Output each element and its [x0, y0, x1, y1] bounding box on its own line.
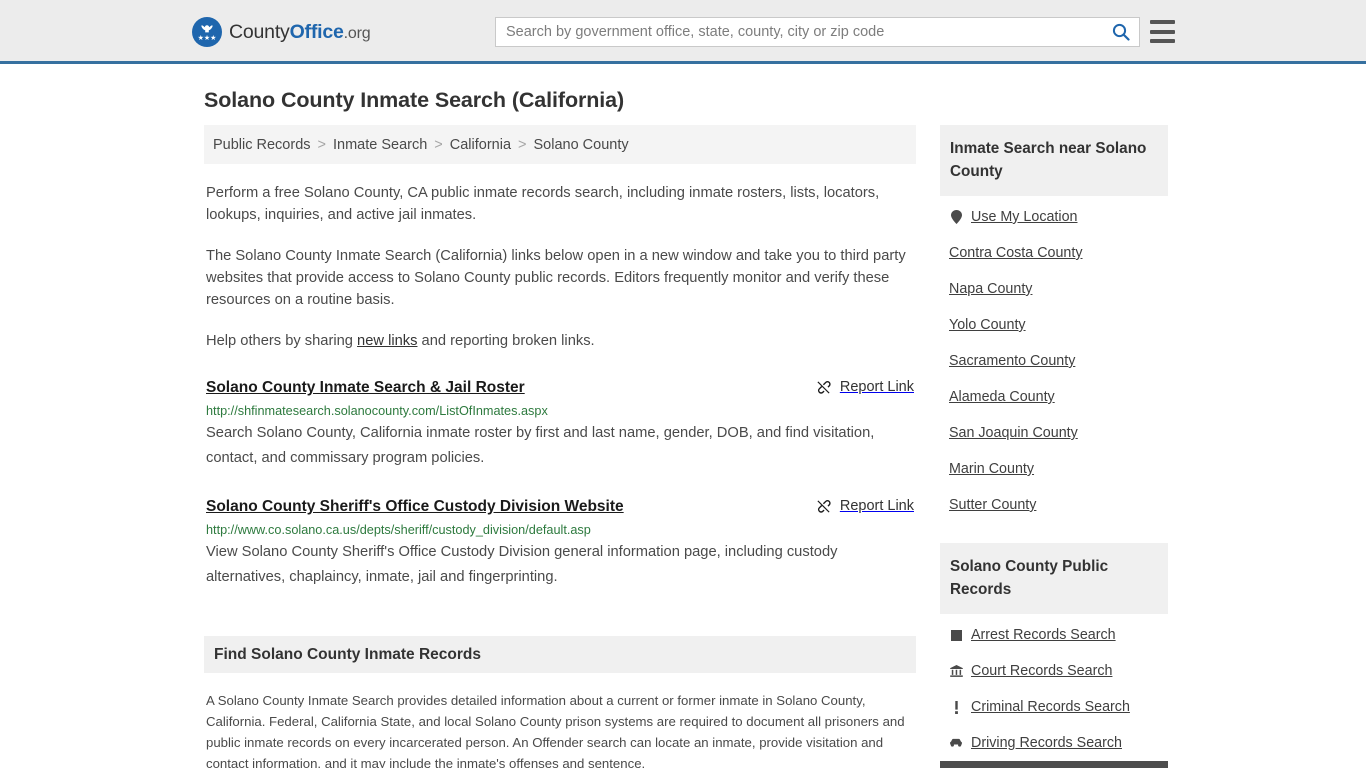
sidebar: Inmate Search near Solano County Use My … — [940, 125, 1168, 768]
report-link-button[interactable]: Report Link — [816, 378, 914, 395]
menu-bar-1 — [1150, 20, 1175, 24]
breadcrumb-item-solano-county[interactable]: Solano County — [533, 137, 628, 153]
sidebar-link[interactable]: Marin County — [949, 461, 1034, 477]
sidebar-near-list: Use My Location Contra Costa County Napa… — [940, 199, 1168, 523]
result-url: http://www.co.solano.ca.us/depts/sheriff… — [206, 523, 591, 537]
sidebar-link[interactable]: Napa County — [949, 281, 1032, 297]
result-url: http://shfinmatesearch.solanocounty.com/… — [206, 404, 548, 418]
breadcrumb-item-inmate-search[interactable]: Inmate Search — [333, 137, 427, 153]
sidebar-item-alameda-county[interactable]: Alameda County — [940, 379, 1168, 415]
eagle-icon — [201, 25, 213, 33]
county-office-logo-icon: ★★★ — [192, 17, 222, 47]
courthouse-icon — [949, 665, 963, 677]
sidebar-heading-near: Inmate Search near Solano County — [940, 125, 1168, 196]
sidebar-link[interactable]: Driving Records Search — [971, 735, 1122, 751]
menu-bar-2 — [1150, 29, 1175, 34]
sidebar-item-contra-costa-county[interactable]: Contra Costa County — [940, 235, 1168, 271]
find-records-body: A Solano County Inmate Search provides d… — [206, 693, 905, 768]
sidebar-link[interactable]: Criminal Records Search — [971, 699, 1130, 715]
sidebar-item-sacramento-county[interactable]: Sacramento County — [940, 343, 1168, 379]
sidebar-item-criminal-records-search[interactable]: Criminal Records Search — [940, 689, 1168, 725]
sidebar-item-inmate-search[interactable]: Inmate Search — [940, 761, 1168, 768]
sidebar-link[interactable]: Sutter County — [949, 497, 1036, 513]
result-header: Solano County Sheriff's Office Custody D… — [206, 497, 914, 517]
brand-part-3: .org — [343, 24, 371, 42]
search-button[interactable] — [1103, 18, 1139, 46]
brand-wordmark: CountyOffice.org — [229, 20, 371, 44]
intro-paragraph-1: Perform a free Solano County, CA public … — [206, 185, 880, 223]
sidebar-item-yolo-county[interactable]: Yolo County — [940, 307, 1168, 343]
sidebar-item-driving-records-search[interactable]: Driving Records Search — [940, 725, 1168, 761]
sidebar-link[interactable]: Sacramento County — [949, 353, 1075, 369]
result-description: View Solano County Sheriff's Office Cust… — [206, 544, 838, 585]
sidebar-link[interactable]: Court Records Search — [971, 663, 1112, 679]
broken-link-icon — [817, 380, 831, 394]
site-header: ★★★ CountyOffice.org — [0, 0, 1366, 64]
breadcrumb-separator: > — [434, 136, 443, 153]
fingerprint-icon — [949, 629, 963, 641]
result-title-link[interactable]: Solano County Sheriff's Office Custody D… — [206, 497, 624, 517]
main-column: Public Records > Inmate Search > Califor… — [204, 125, 916, 768]
breadcrumb: Public Records > Inmate Search > Califor… — [204, 125, 916, 164]
search-bar[interactable] — [495, 17, 1140, 47]
sidebar-item-arrest-records-search[interactable]: Arrest Records Search — [940, 617, 1168, 653]
intro-paragraph-3: Help others by sharing new links and rep… — [204, 330, 916, 352]
new-links-link[interactable]: new links — [357, 333, 417, 349]
exclamation-icon — [949, 700, 963, 714]
report-link-button[interactable]: Report Link — [816, 497, 914, 514]
result-header: Solano County Inmate Search & Jail Roste… — [206, 378, 914, 398]
share-text-after: and reporting broken links. — [417, 333, 595, 349]
result-item: Solano County Inmate Search & Jail Roste… — [204, 378, 916, 471]
report-link-label: Report Link — [839, 379, 914, 395]
sidebar-link[interactable]: Alameda County — [949, 389, 1055, 405]
sidebar-records-list: Arrest Records Search Court Records Sear… — [940, 617, 1168, 768]
result-item: Solano County Sheriff's Office Custody D… — [204, 497, 916, 590]
intro-paragraph-2: The Solano County Inmate Search (Califor… — [206, 248, 906, 308]
breadcrumb-separator: > — [317, 136, 326, 153]
sidebar-link[interactable]: San Joaquin County — [949, 425, 1078, 441]
breadcrumb-item-public-records[interactable]: Public Records — [213, 137, 311, 153]
sidebar-link[interactable]: Contra Costa County — [949, 245, 1083, 261]
sidebar-item-san-joaquin-county[interactable]: San Joaquin County — [940, 415, 1168, 451]
brand-part-2: Office — [289, 20, 344, 43]
search-icon — [1112, 23, 1130, 41]
sidebar-item-napa-county[interactable]: Napa County — [940, 271, 1168, 307]
sidebar-link[interactable]: Arrest Records Search — [971, 627, 1116, 643]
breadcrumb-separator: > — [518, 136, 527, 153]
page-title: Solano County Inmate Search (California) — [204, 88, 625, 112]
menu-bar-3 — [1150, 39, 1175, 43]
broken-link-icon — [817, 499, 831, 513]
sidebar-link[interactable]: Yolo County — [949, 317, 1026, 333]
sidebar-item-marin-county[interactable]: Marin County — [940, 451, 1168, 487]
sidebar-item-court-records-search[interactable]: Court Records Search — [940, 653, 1168, 689]
site-logo-link[interactable]: ★★★ CountyOffice.org — [192, 17, 371, 47]
sidebar-item-sutter-county[interactable]: Sutter County — [940, 487, 1168, 523]
brand-part-1: County — [229, 20, 290, 43]
result-title-link[interactable]: Solano County Inmate Search & Jail Roste… — [206, 378, 525, 398]
map-pin-icon — [949, 210, 963, 224]
report-link-label: Report Link — [839, 498, 914, 514]
car-icon — [949, 738, 963, 748]
search-input[interactable] — [496, 18, 1103, 46]
result-description: Search Solano County, California inmate … — [206, 425, 875, 466]
stars-icon: ★★★ — [197, 35, 217, 42]
sidebar-item-use-my-location[interactable]: Use My Location — [940, 199, 1168, 235]
sidebar-link[interactable]: Use My Location — [971, 209, 1077, 225]
share-text-before: Help others by sharing — [206, 333, 358, 349]
find-records-heading: Find Solano County Inmate Records — [204, 636, 916, 673]
hamburger-menu-icon[interactable] — [1150, 20, 1175, 43]
sidebar-heading-public-records: Solano County Public Records — [940, 543, 1168, 614]
breadcrumb-item-california[interactable]: California — [450, 137, 511, 153]
